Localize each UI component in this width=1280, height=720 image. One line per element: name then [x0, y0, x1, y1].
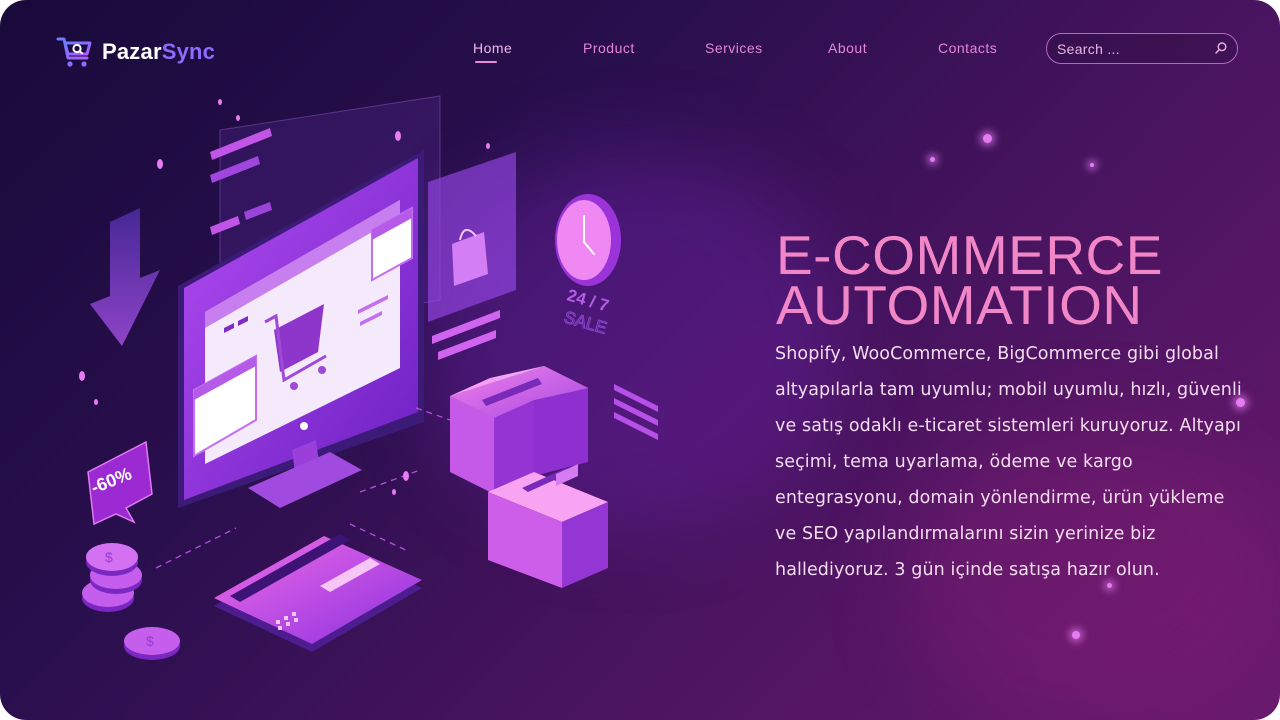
decorative-stripes — [614, 384, 658, 440]
nav-item-product[interactable]: Product — [583, 40, 635, 56]
search-input[interactable] — [1047, 34, 1207, 63]
shopping-bag-card — [428, 152, 516, 360]
svg-text:$: $ — [105, 549, 113, 565]
clock-icon — [555, 194, 621, 286]
main-nav: Home Product Services About Contacts — [440, 40, 1040, 64]
nav-item-services[interactable]: Services — [705, 40, 763, 56]
brand-name: PazarSync — [102, 39, 215, 65]
shopping-cart-icon — [56, 37, 92, 67]
brand-name-accent: Sync — [161, 39, 216, 64]
hero-title-line-2: AUTOMATION — [776, 274, 1143, 336]
ecommerce-illustration: 24 / 7 SALE -60% $ $ — [79, 95, 658, 660]
brand-name-primary: Pazar — [102, 39, 162, 64]
nav-item-label: Home — [473, 40, 513, 56]
nav-item-label: About — [828, 40, 868, 56]
active-indicator — [475, 61, 497, 63]
nav-item-label: Product — [583, 40, 635, 56]
hero-description: Shopify, WooCommerce, BigCommerce gibi g… — [775, 344, 1242, 580]
hero-title: E-COMMERCE AUTOMATION — [776, 224, 1256, 336]
package-boxes — [450, 366, 608, 588]
coin-stack: $ $ — [82, 543, 180, 660]
sparkle — [1072, 631, 1080, 639]
nav-item-home[interactable]: Home — [473, 40, 513, 63]
sparkle — [930, 157, 935, 162]
nav-item-label: Contacts — [938, 40, 998, 56]
brand-logo[interactable]: PazarSync — [56, 34, 215, 70]
nav-item-label: Services — [705, 40, 763, 56]
page-frame: PazarSync Home Product Services About Co… — [0, 0, 1280, 720]
search-icon[interactable] — [1214, 41, 1228, 55]
nav-item-about[interactable]: About — [828, 40, 867, 56]
svg-text:$: $ — [146, 633, 154, 649]
nav-item-contacts[interactable]: Contacts — [938, 40, 997, 56]
hero-title-line-1: E-COMMERCE — [776, 224, 1163, 286]
sparkle — [983, 134, 992, 143]
sparkle — [1090, 163, 1094, 167]
search-box — [1046, 33, 1238, 64]
download-arrow-icon — [90, 208, 160, 346]
credit-card — [214, 534, 422, 652]
